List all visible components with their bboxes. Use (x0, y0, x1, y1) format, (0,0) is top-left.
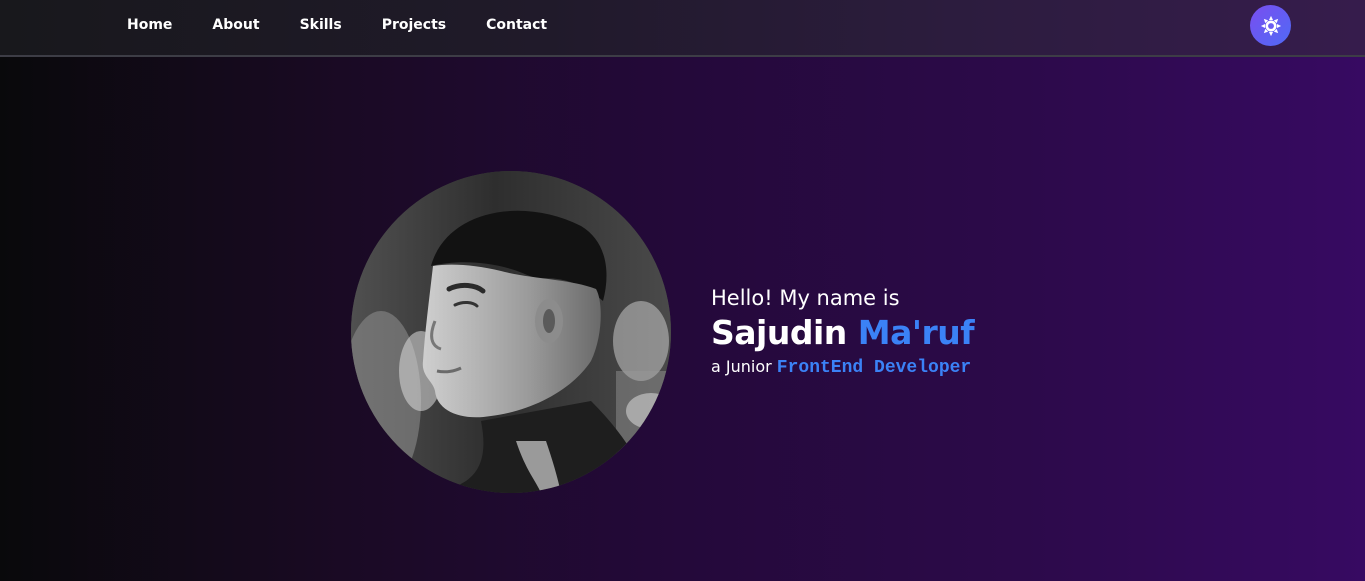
sun-gear-icon (1260, 15, 1281, 36)
nav-link-skills[interactable]: Skills (300, 17, 342, 33)
greeting-text: Hello! My name is (711, 286, 900, 310)
role-title: FrontEnd Developer (776, 358, 972, 378)
nav-links: Home About Skills Projects Contact (127, 0, 587, 50)
profile-photo-illustration (351, 171, 671, 493)
role-line: a Junior FrontEnd Developer (711, 354, 974, 381)
first-name: Sajudin (711, 313, 847, 352)
nav-link-home[interactable]: Home (127, 17, 172, 33)
nav-link-projects[interactable]: Projects (382, 17, 446, 33)
profile-photo (351, 171, 671, 493)
hero-section: Hello! My name is Sajudin Ma'ruf a Junio… (0, 59, 1365, 581)
nav-link-about[interactable]: About (212, 17, 259, 33)
last-name: Ma'ruf (857, 313, 975, 352)
intro-block: Hello! My name is Sajudin Ma'ruf a Junio… (711, 284, 975, 381)
navbar: Home About Skills Projects Contact (0, 0, 1365, 57)
full-name: Sajudin Ma'ruf (711, 312, 975, 354)
theme-toggle-button[interactable] (1250, 5, 1291, 46)
role-prefix: a Junior (711, 357, 772, 376)
nav-link-contact[interactable]: Contact (486, 17, 547, 33)
